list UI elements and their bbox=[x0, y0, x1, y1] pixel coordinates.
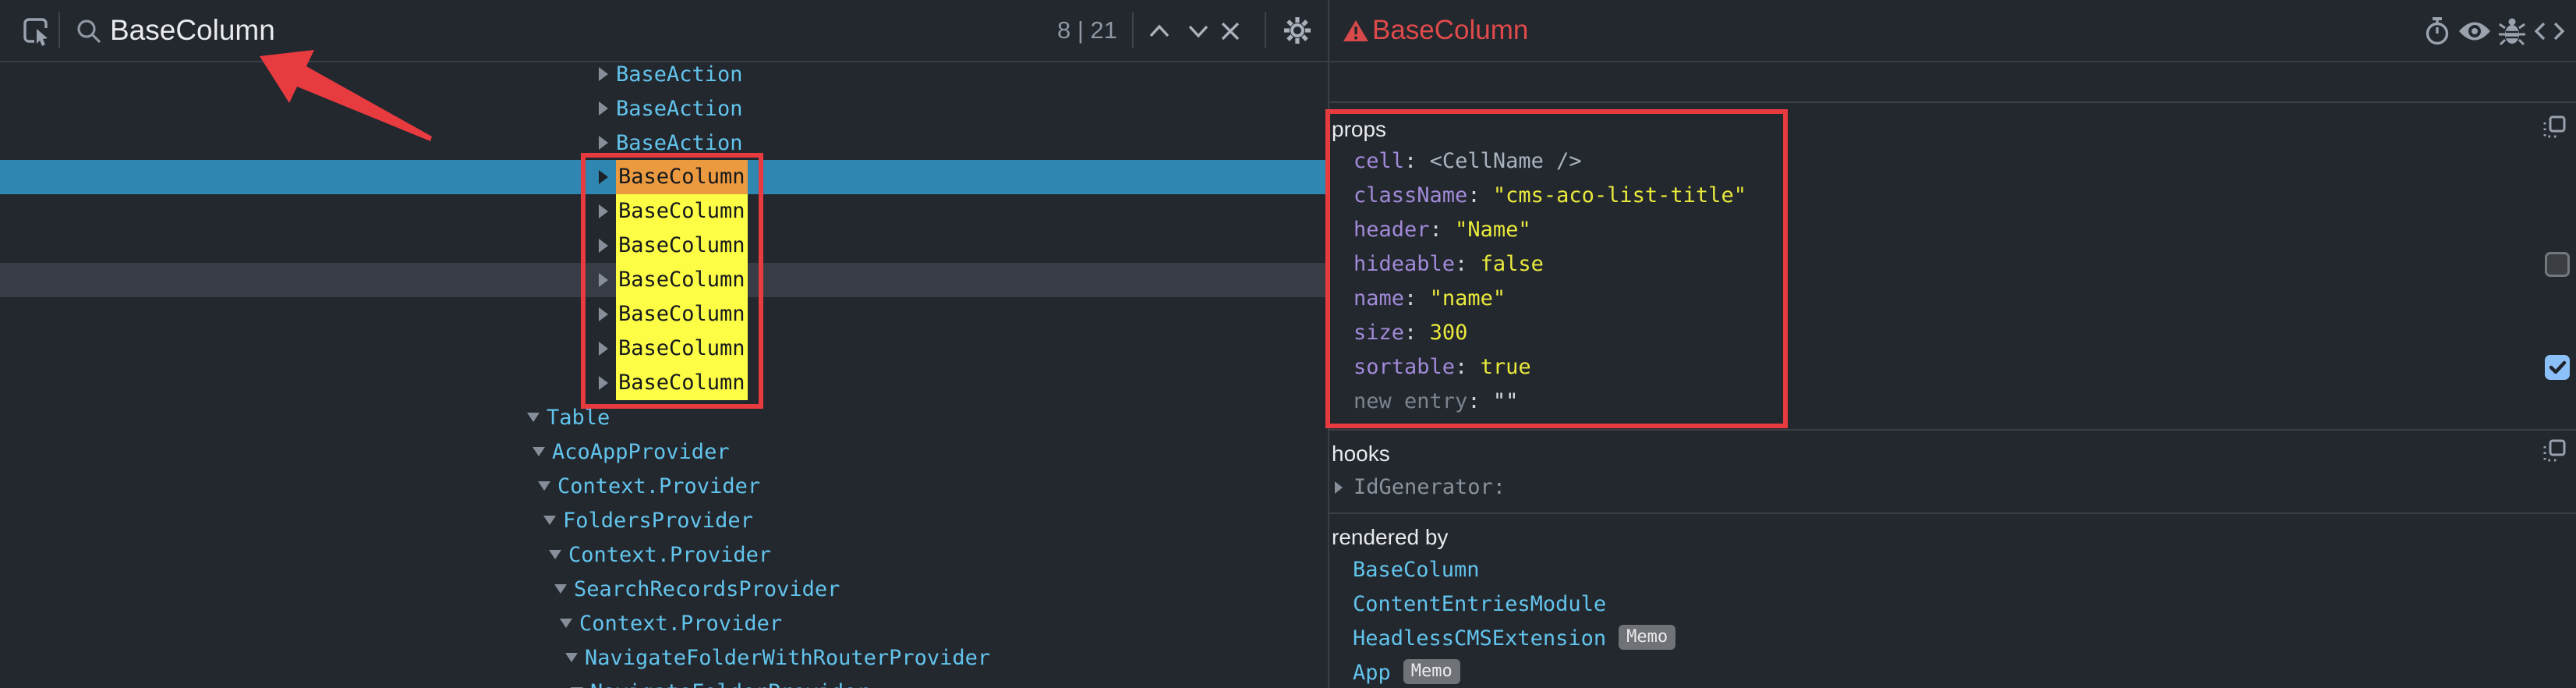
tree-row[interactable]: Context.Provider bbox=[0, 606, 1328, 640]
expand-arrow-icon[interactable] bbox=[599, 136, 608, 150]
expand-arrow-icon[interactable] bbox=[599, 239, 608, 253]
tree-row[interactable]: Context.Provider bbox=[0, 537, 1328, 572]
owner-link[interactable]: App bbox=[1353, 661, 1391, 685]
expand-arrow-icon[interactable] bbox=[599, 376, 608, 390]
collapse-arrow-icon[interactable] bbox=[554, 584, 567, 594]
collapse-arrow-icon[interactable] bbox=[527, 413, 540, 422]
separator bbox=[58, 12, 60, 48]
rendered-by-row: BaseColumn bbox=[1353, 555, 1480, 586]
collapse-arrow-icon[interactable] bbox=[560, 619, 572, 628]
expand-arrow-icon[interactable] bbox=[599, 307, 608, 321]
props-section-header: props bbox=[1332, 114, 1386, 145]
expand-arrow-icon[interactable] bbox=[599, 273, 608, 287]
chevron-up-icon[interactable] bbox=[1146, 22, 1173, 41]
collapse-arrow-icon[interactable] bbox=[533, 447, 545, 456]
memo-badge: Memo bbox=[1403, 659, 1460, 684]
section-divider bbox=[1329, 429, 2576, 431]
tree-row[interactable]: BaseAction bbox=[0, 62, 1328, 91]
prop-row[interactable]: sortable: true bbox=[1353, 352, 1531, 383]
inspected-component-title: BaseColumn bbox=[1372, 0, 1528, 61]
hooks-section-header: hooks bbox=[1332, 438, 1390, 470]
tree-row[interactable]: AcoAppProvider bbox=[0, 434, 1328, 469]
tree-row[interactable]: BaseColumn bbox=[0, 263, 1328, 297]
rendered-by-section-header: rendered by bbox=[1332, 522, 1448, 553]
tree-row[interactable]: BaseColumn bbox=[0, 297, 1328, 332]
separator bbox=[1265, 12, 1266, 48]
hideable-checkbox[interactable] bbox=[2545, 252, 2570, 277]
panel-divider[interactable] bbox=[1328, 0, 1329, 688]
prop-row[interactable]: cell: <CellName /> bbox=[1353, 146, 1582, 177]
inspect-element-icon[interactable] bbox=[20, 15, 51, 46]
tree-row[interactable]: BaseAction bbox=[0, 126, 1328, 160]
section-divider bbox=[1329, 101, 2576, 103]
tree-row[interactable]: NavigateFolderWithRouterProvider bbox=[0, 640, 1328, 675]
rendered-by-row: HeadlessCMSExtension Memo bbox=[1353, 623, 1675, 654]
view-source-icon[interactable] bbox=[2534, 20, 2565, 42]
tree-row[interactable]: FoldersProvider bbox=[0, 503, 1328, 537]
collapse-arrow-icon[interactable] bbox=[549, 550, 561, 559]
warning-triangle-icon bbox=[1343, 19, 1369, 44]
check-icon bbox=[2545, 355, 2570, 380]
search-result-count: 8 | 21 bbox=[1057, 0, 1117, 61]
stopwatch-icon[interactable] bbox=[2423, 16, 2451, 47]
tree-row[interactable]: BaseColumn bbox=[0, 332, 1328, 366]
prop-row[interactable]: hideable: false bbox=[1353, 249, 1544, 280]
eye-icon[interactable] bbox=[2457, 20, 2492, 42]
tree-row[interactable]: NavigateFolderProvider bbox=[0, 675, 1328, 688]
prop-row[interactable]: className: "cms-aco-list-title" bbox=[1353, 180, 1746, 211]
chevron-down-icon[interactable] bbox=[1185, 22, 1212, 41]
rendered-by-row: ContentEntriesModule bbox=[1353, 589, 1606, 620]
copy-icon[interactable] bbox=[2542, 115, 2567, 140]
tree-row[interactable]: BaseColumn bbox=[0, 366, 1328, 400]
tree-row[interactable]: Context.Provider bbox=[0, 469, 1328, 503]
search-input[interactable]: BaseColumn bbox=[110, 0, 275, 61]
search-icon bbox=[75, 17, 103, 45]
prop-row[interactable]: size: 300 bbox=[1353, 317, 1467, 349]
toolbar: BaseColumn 8 | 21 bbox=[0, 0, 2576, 62]
react-devtools-window: BaseColumn 8 | 21 bbox=[0, 0, 2576, 688]
clear-icon[interactable] bbox=[1219, 20, 1241, 42]
collapse-arrow-icon[interactable] bbox=[565, 653, 578, 662]
sortable-checkbox[interactable] bbox=[2545, 355, 2570, 380]
collapse-arrow-icon[interactable] bbox=[538, 481, 550, 491]
expand-arrow-icon[interactable] bbox=[599, 170, 608, 184]
expand-arrow-icon[interactable] bbox=[599, 67, 608, 81]
bug-icon[interactable] bbox=[2498, 16, 2526, 47]
tree-row[interactable]: BaseAction bbox=[0, 91, 1328, 126]
tree-row-selected[interactable]: BaseColumn bbox=[0, 160, 1328, 194]
tree-row[interactable]: Table bbox=[0, 400, 1328, 434]
expand-arrow-icon[interactable] bbox=[1335, 481, 1343, 494]
tree-row[interactable]: SearchRecordsProvider bbox=[0, 572, 1328, 606]
gear-icon[interactable] bbox=[1282, 15, 1313, 46]
expand-arrow-icon[interactable] bbox=[599, 342, 608, 356]
separator bbox=[1132, 12, 1134, 48]
section-divider bbox=[1329, 512, 2576, 514]
memo-badge: Memo bbox=[1619, 625, 1675, 650]
hook-row[interactable]: IdGenerator: bbox=[1335, 472, 1506, 503]
expand-arrow-icon[interactable] bbox=[599, 204, 608, 218]
prop-row[interactable]: header: "Name" bbox=[1353, 215, 1531, 246]
prop-new-entry-row[interactable]: new entry: "" bbox=[1353, 386, 1518, 417]
prop-row[interactable]: name: "name" bbox=[1353, 283, 1506, 314]
tree-row[interactable]: BaseColumn bbox=[0, 229, 1328, 263]
owner-link[interactable]: BaseColumn bbox=[1353, 558, 1480, 582]
rendered-by-row: App Memo bbox=[1353, 658, 1460, 688]
copy-icon[interactable] bbox=[2542, 438, 2567, 463]
component-tree: BaseAction BaseAction BaseAction BaseCol… bbox=[0, 62, 1328, 688]
collapse-arrow-icon[interactable] bbox=[543, 516, 556, 525]
owner-link[interactable]: HeadlessCMSExtension bbox=[1353, 626, 1606, 651]
owner-link[interactable]: ContentEntriesModule bbox=[1353, 592, 1606, 616]
tree-row[interactable]: BaseColumn bbox=[0, 194, 1328, 229]
expand-arrow-icon[interactable] bbox=[599, 101, 608, 115]
